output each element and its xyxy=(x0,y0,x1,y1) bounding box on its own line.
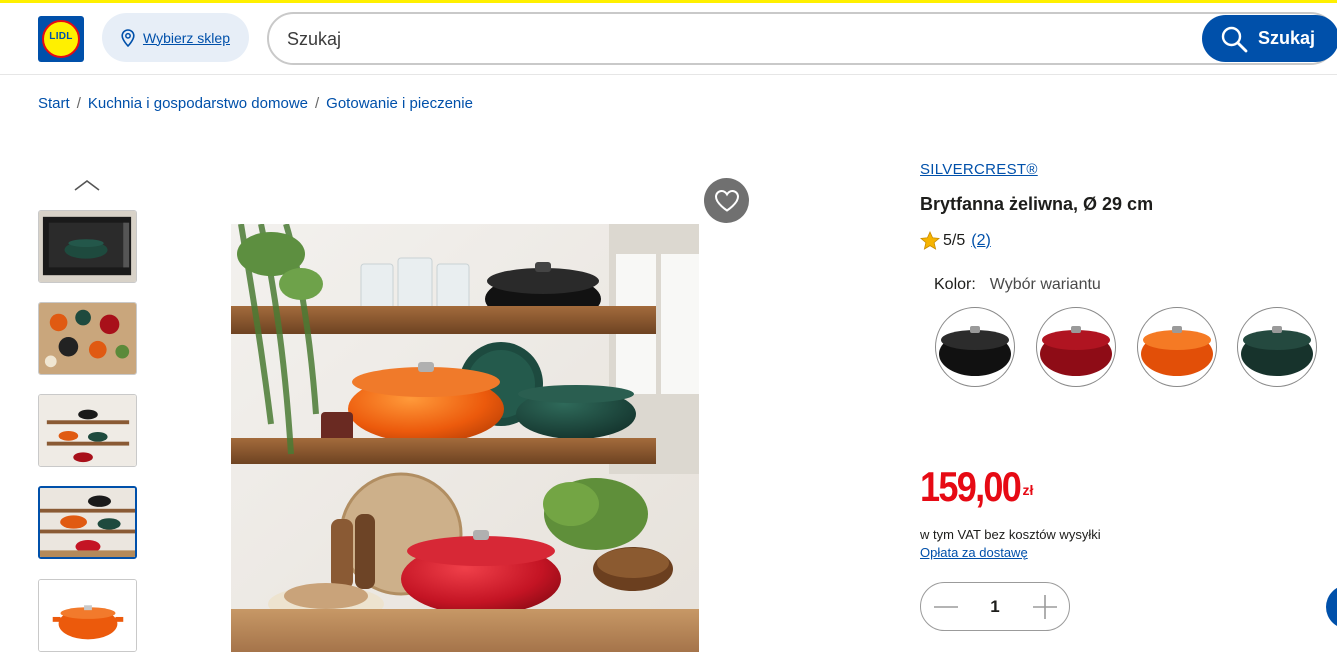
breadcrumb: Start / Kuchnia i gospodarstwo domowe / … xyxy=(38,95,473,112)
brand-link[interactable]: SILVERCREST® xyxy=(920,161,1038,178)
thumbnail-shelf-wide[interactable] xyxy=(38,394,137,467)
floating-action-button[interactable] xyxy=(1326,585,1337,629)
search-bar: Szukaj xyxy=(267,12,1337,65)
breadcrumb-kitchen[interactable]: Kuchnia i gospodarstwo domowe xyxy=(88,95,308,112)
star-icon xyxy=(920,231,940,250)
price: 159,00 zł xyxy=(920,466,1033,508)
thumbnail-table-spread[interactable] xyxy=(38,302,137,375)
favorite-button[interactable] xyxy=(704,178,749,223)
variant-swatch-green[interactable] xyxy=(1237,307,1317,387)
thumbnail-shelf-closeup[interactable] xyxy=(38,486,137,559)
search-button[interactable]: Szukaj xyxy=(1202,15,1337,62)
rating-count-link[interactable]: (2) xyxy=(971,232,991,250)
variant-swatch-orange[interactable] xyxy=(1137,307,1217,387)
lidl-logo[interactable]: LIDL xyxy=(38,16,84,62)
heart-icon xyxy=(714,189,739,212)
breadcrumb-separator: / xyxy=(76,95,81,112)
logo-wordmark: LIDL xyxy=(49,31,73,42)
choose-store-label: Wybierz sklep xyxy=(142,29,230,46)
chevron-up-icon[interactable] xyxy=(72,174,102,196)
location-pin-icon xyxy=(121,28,135,47)
product-rating: 5/5 (2) xyxy=(920,231,991,250)
price-currency: zł xyxy=(1022,482,1034,498)
vat-note: w tym VAT bez kosztów wysyłki xyxy=(920,527,1101,542)
thumbnail-orange-pot[interactable] xyxy=(38,579,137,652)
breadcrumb-start[interactable]: Start xyxy=(38,95,70,112)
variant-swatch-red[interactable] xyxy=(1036,307,1116,387)
plus-icon[interactable] xyxy=(1032,595,1058,619)
choose-store-button[interactable]: Wybierz sklep xyxy=(102,13,249,62)
search-button-label: Szukaj xyxy=(1258,28,1316,48)
product-title: Brytfanna żeliwna, Ø 29 cm xyxy=(920,194,1154,214)
rating-value: 5/5 xyxy=(943,231,966,249)
variant-swatch-black[interactable] xyxy=(935,307,1015,387)
main-product-image[interactable] xyxy=(231,224,699,652)
shipping-cost-link[interactable]: Opłata za dostawę xyxy=(920,545,1028,560)
thumbnail-oven[interactable] xyxy=(38,210,137,283)
search-input[interactable] xyxy=(287,26,1187,52)
breadcrumb-cooking[interactable]: Gotowanie i pieczenie xyxy=(326,95,473,112)
quantity-input[interactable] xyxy=(976,595,1014,619)
header: LIDL Wybierz sklep Szukaj xyxy=(0,3,1337,75)
price-amount: 159,00 xyxy=(920,463,1022,510)
minus-icon[interactable] xyxy=(933,595,959,619)
color-value: Wybór wariantu xyxy=(989,276,1101,293)
breadcrumb-separator: / xyxy=(315,95,320,112)
color-label: Kolor: xyxy=(934,276,976,293)
color-selector-header: Kolor: Wybór wariantu xyxy=(934,276,1101,294)
quantity-stepper xyxy=(920,582,1070,631)
search-icon xyxy=(1221,26,1248,52)
